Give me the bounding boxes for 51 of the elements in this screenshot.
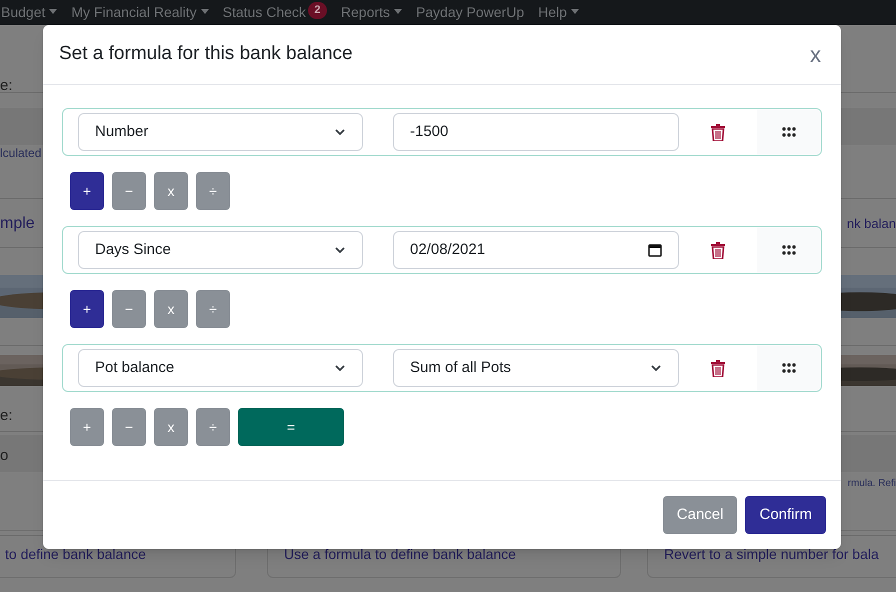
operator-button[interactable]: ÷ [196, 290, 230, 328]
caret-icon [200, 9, 209, 14]
nav-item[interactable]: Reports [340, 3, 402, 21]
date-field[interactable]: 02/08/2021 [393, 231, 679, 269]
operator-button[interactable]: + [70, 408, 104, 446]
grip-icon [782, 127, 796, 137]
grip-icon [782, 245, 796, 255]
trash-icon[interactable] [711, 124, 725, 140]
caret-icon [49, 9, 58, 14]
notification-badge: 2 [308, 2, 327, 19]
trash-icon[interactable] [711, 360, 725, 376]
equals-button[interactable]: = [238, 408, 344, 446]
type-dropdown[interactable]: Number [78, 113, 363, 151]
operator-button[interactable]: x [154, 290, 188, 328]
page-text: nk balan [846, 215, 896, 233]
close-button[interactable]: x [806, 44, 825, 66]
drag-handle[interactable] [757, 109, 821, 155]
nav-item[interactable]: Budget [1, 3, 58, 21]
drag-handle[interactable] [757, 345, 821, 391]
nav-item[interactable]: Help [538, 3, 579, 21]
page-text: rmula. Refi [848, 477, 896, 491]
nav-item[interactable]: My Financial Reality [71, 3, 209, 21]
trash-icon[interactable] [711, 242, 725, 258]
page-text: mple [0, 214, 35, 234]
page-text: e: [0, 406, 13, 426]
page-text: o [0, 446, 8, 466]
number-field[interactable]: -1500 [393, 113, 679, 151]
operator-button[interactable]: − [112, 290, 146, 328]
caret-icon [394, 9, 402, 14]
operator-button[interactable]: ÷ [196, 172, 230, 210]
page-text: e: [0, 76, 13, 96]
drag-handle[interactable] [757, 227, 821, 273]
modal-title: Set a formula for this bank balance [59, 42, 353, 66]
caret-icon [570, 9, 579, 14]
calendar-icon[interactable] [648, 243, 662, 257]
nav-item[interactable]: Status Check [222, 3, 306, 21]
operator-button[interactable]: x [154, 172, 188, 210]
grip-icon [782, 363, 796, 373]
operator-button[interactable]: ÷ [196, 408, 230, 446]
page-text: lculated [0, 145, 42, 162]
cancel-button[interactable]: Cancel [662, 496, 738, 534]
operator-button[interactable]: x [154, 408, 188, 446]
operator-button[interactable]: − [112, 172, 146, 210]
operator-button[interactable]: − [112, 408, 146, 446]
type-dropdown[interactable]: Pot balance [78, 349, 363, 387]
value-dropdown[interactable]: Sum of all Pots [393, 349, 679, 387]
type-dropdown[interactable]: Days Since [78, 231, 363, 269]
operator-button[interactable]: + [70, 290, 104, 328]
confirm-button[interactable]: Confirm [745, 496, 826, 534]
operator-button[interactable]: + [70, 172, 104, 210]
nav-item[interactable]: Payday PowerUp [416, 3, 524, 21]
